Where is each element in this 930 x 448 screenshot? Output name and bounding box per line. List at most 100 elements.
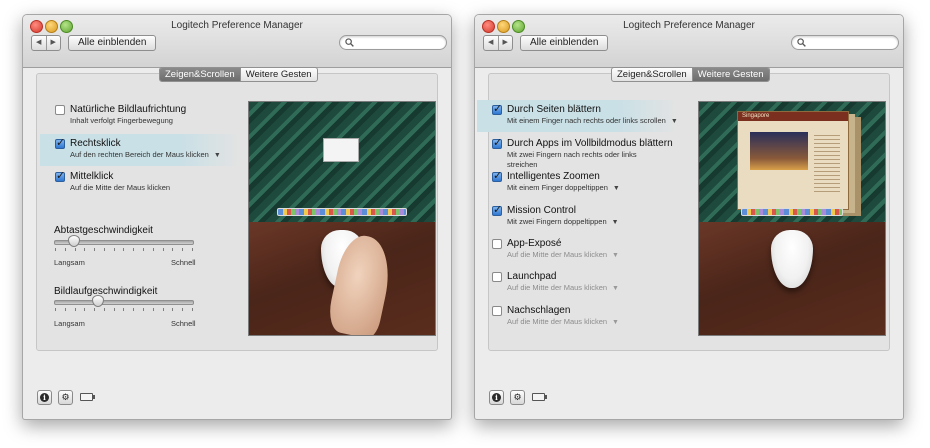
option-subtitle-text: Auf die Mitte der Maus klicken bbox=[507, 317, 608, 326]
slider-min-label: Langsam bbox=[54, 258, 85, 267]
tab-bar: Zeigen&Scrollen Weitere Gesten bbox=[159, 67, 318, 82]
checkbox[interactable] bbox=[492, 102, 502, 115]
option-middle-click[interactable]: Mittelklick Auf die Mitte der Maus klick… bbox=[55, 169, 171, 193]
option-subtitle[interactable]: Auf die Mitte der Maus klicken ▼ bbox=[507, 317, 619, 328]
window-title: Logitech Preference Manager bbox=[623, 20, 755, 31]
checkbox[interactable] bbox=[492, 272, 502, 282]
window-title: Logitech Preference Manager bbox=[171, 20, 303, 31]
gear-icon: ⚙ bbox=[61, 393, 70, 403]
settings-panel: Zeigen&Scrollen Weitere Gesten Natürlich… bbox=[36, 67, 438, 351]
preference-window-left: Logitech Preference Manager ◀ ▶ Alle ein… bbox=[22, 14, 452, 420]
back-forward-control[interactable]: ◀ ▶ bbox=[31, 35, 61, 51]
chevron-down-icon[interactable]: ▼ bbox=[612, 252, 619, 259]
slider-title-scrolling: Bildlaufgeschwindigkeit bbox=[54, 286, 158, 297]
context-menu-image bbox=[323, 138, 359, 162]
option-subtitle[interactable]: Auf den rechten Bereich der Maus klicken… bbox=[70, 150, 221, 161]
search-input[interactable] bbox=[339, 35, 447, 50]
option-subtitle: Mit zwei Fingern nach rechts oder links … bbox=[507, 150, 637, 169]
search-icon bbox=[797, 38, 806, 47]
show-all-button[interactable]: Alle einblenden bbox=[68, 35, 157, 51]
chevron-down-icon[interactable]: ▼ bbox=[671, 118, 678, 125]
search-input[interactable] bbox=[791, 35, 899, 50]
tab-zeigen-scrollen[interactable]: Zeigen&Scrollen bbox=[160, 68, 240, 81]
option-subtitle[interactable]: Mit einem Finger nach rechts oder links … bbox=[507, 116, 678, 127]
settings-button[interactable]: ⚙ bbox=[510, 390, 525, 405]
option-subtitle[interactable]: Mit einem Finger doppeltippen ▼ bbox=[507, 183, 620, 194]
option-title: Mission Control bbox=[507, 205, 576, 216]
gesture-preview-image bbox=[248, 101, 436, 336]
checkbox[interactable] bbox=[492, 306, 502, 316]
option-title: Mittelklick bbox=[70, 171, 114, 182]
back-arrow-icon[interactable]: ◀ bbox=[32, 36, 47, 50]
option-subtitle: Inhalt verfolgt Fingerbewegung bbox=[70, 116, 173, 125]
checkbox[interactable] bbox=[492, 136, 502, 149]
slider-knob-scrolling[interactable] bbox=[92, 295, 104, 307]
checkbox[interactable] bbox=[55, 169, 65, 182]
web-page-image: Singapore bbox=[737, 111, 849, 210]
slider-max-label: Schnell bbox=[171, 319, 196, 328]
settings-panel: Zeigen&Scrollen Weitere Gesten Durch Sei… bbox=[477, 67, 890, 351]
gesture-preview-image: Singapore bbox=[698, 101, 886, 336]
slider-min-label: Langsam bbox=[54, 319, 85, 328]
chevron-down-icon[interactable]: ▼ bbox=[612, 285, 619, 292]
option-subtitle[interactable]: Mit zwei Fingern doppeltippen ▼ bbox=[507, 217, 619, 228]
slider-ticks bbox=[55, 308, 193, 311]
preference-window-right: Logitech Preference Manager ◀ ▶ Alle ein… bbox=[474, 14, 904, 420]
bottom-bar: i ⚙ bbox=[23, 357, 451, 419]
option-subtitle-text: Mit einem Finger doppeltippen bbox=[507, 183, 608, 192]
option-swipe-pages[interactable]: Durch Seiten blättern Mit einem Finger n… bbox=[477, 100, 678, 132]
tab-zeigen-scrollen[interactable]: Zeigen&Scrollen bbox=[612, 68, 692, 81]
option-title: Rechtsklick bbox=[70, 138, 121, 149]
chevron-down-icon[interactable]: ▼ bbox=[612, 319, 619, 326]
option-subtitle: Auf die Mitte der Maus klicken bbox=[70, 183, 171, 192]
option-app-expose[interactable]: App-Exposé Auf die Mitte der Maus klicke… bbox=[492, 238, 619, 261]
option-title: Natürliche Bildlaufrichtung bbox=[70, 104, 187, 115]
info-button[interactable]: i bbox=[37, 390, 52, 405]
back-forward-control[interactable]: ◀ ▶ bbox=[483, 35, 513, 51]
web-page-title: Singapore bbox=[738, 112, 848, 121]
option-subtitle-text: Mit einem Finger nach rechts oder links … bbox=[507, 116, 666, 125]
bottom-bar: i ⚙ bbox=[475, 357, 903, 419]
checkbox[interactable] bbox=[492, 239, 502, 249]
chevron-down-icon[interactable]: ▼ bbox=[214, 152, 221, 159]
option-title: Launchpad bbox=[507, 271, 557, 282]
checkbox[interactable] bbox=[492, 203, 502, 216]
option-launchpad[interactable]: Launchpad Auf die Mitte der Maus klicken… bbox=[492, 271, 619, 294]
checkbox[interactable] bbox=[492, 169, 502, 182]
info-button[interactable]: i bbox=[489, 390, 504, 405]
option-subtitle[interactable]: Auf die Mitte der Maus klicken ▼ bbox=[507, 250, 619, 261]
option-smart-zoom[interactable]: Intelligentes Zoomen Mit einem Finger do… bbox=[492, 169, 620, 194]
option-title: Durch Seiten blättern bbox=[507, 104, 601, 115]
option-mission-control[interactable]: Mission Control Mit zwei Fingern doppelt… bbox=[492, 203, 619, 228]
forward-arrow-icon[interactable]: ▶ bbox=[499, 36, 513, 50]
option-natural-scrolling[interactable]: Natürliche Bildlaufrichtung Inhalt verfo… bbox=[55, 104, 186, 126]
tab-weitere-gesten[interactable]: Weitere Gesten bbox=[239, 68, 317, 81]
option-subtitle-text: Auf die Mitte der Maus klicken bbox=[507, 250, 608, 259]
option-title: Durch Apps im Vollbildmodus blättern bbox=[507, 138, 673, 149]
checkbox[interactable] bbox=[55, 105, 65, 115]
chevron-down-icon[interactable]: ▼ bbox=[613, 185, 620, 192]
option-subtitle[interactable]: Auf die Mitte der Maus klicken ▼ bbox=[507, 283, 619, 294]
option-subtitle-text: Auf den rechten Bereich der Maus klicken bbox=[70, 150, 209, 159]
back-arrow-icon[interactable]: ◀ bbox=[484, 36, 499, 50]
forward-arrow-icon[interactable]: ▶ bbox=[47, 36, 61, 50]
dock-image bbox=[277, 208, 407, 216]
chevron-down-icon[interactable]: ▼ bbox=[612, 219, 619, 226]
option-right-click[interactable]: Rechtsklick Auf den rechten Bereich der … bbox=[40, 134, 240, 166]
dock-image bbox=[741, 208, 843, 216]
option-subtitle-text: Auf die Mitte der Maus klicken bbox=[507, 283, 608, 292]
checkbox[interactable] bbox=[55, 136, 65, 149]
tab-bar: Zeigen&Scrollen Weitere Gesten bbox=[611, 67, 770, 82]
option-title: App-Exposé bbox=[507, 238, 562, 249]
search-icon bbox=[345, 38, 354, 47]
slider-knob-tracking[interactable] bbox=[68, 235, 80, 247]
info-icon: i bbox=[40, 393, 49, 402]
slider-title-tracking: Abtastgeschwindigkeit bbox=[54, 225, 153, 236]
settings-button[interactable]: ⚙ bbox=[58, 390, 73, 405]
show-all-button[interactable]: Alle einblenden bbox=[520, 35, 609, 51]
city-photo-image bbox=[750, 132, 808, 170]
option-look-up[interactable]: Nachschlagen Auf die Mitte der Maus klic… bbox=[492, 305, 619, 328]
tab-weitere-gesten[interactable]: Weitere Gesten bbox=[691, 68, 769, 81]
option-swipe-fullscreen-apps[interactable]: Durch Apps im Vollbildmodus blättern Mit… bbox=[492, 136, 673, 170]
slider-scrolling[interactable] bbox=[54, 300, 194, 305]
